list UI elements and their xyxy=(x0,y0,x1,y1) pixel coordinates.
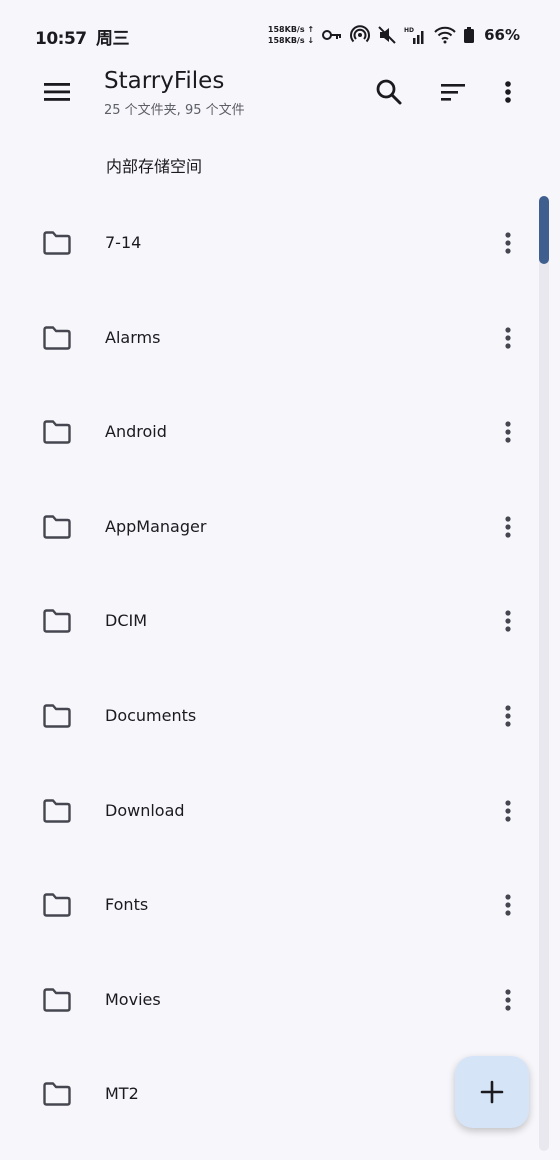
key-icon xyxy=(322,30,342,40)
menu-button[interactable] xyxy=(37,72,77,112)
more-vert-icon xyxy=(505,610,511,632)
folder-icon xyxy=(43,704,71,728)
item-more-button[interactable] xyxy=(494,604,522,638)
folder-row[interactable]: Fonts xyxy=(0,858,535,953)
more-vert-icon xyxy=(505,326,511,349)
folder-icon-wrap xyxy=(42,987,72,1013)
folder-icon xyxy=(43,893,71,917)
folder-file-count: 25 个文件夹, 95 个文件 xyxy=(104,103,245,118)
folder-row[interactable]: DCIM xyxy=(0,574,535,669)
clock: 10:57 xyxy=(35,29,87,49)
battery-level: 66% xyxy=(484,26,520,44)
scrollbar-thumb[interactable] xyxy=(539,196,549,264)
folder-row[interactable]: Alarms xyxy=(0,291,535,386)
folder-name: Movies xyxy=(105,989,161,1009)
status-bar: 10:57 周三 158KB/s ↑ 158KB/s ↓ HD 66% xyxy=(0,0,560,70)
folder-icon xyxy=(43,420,71,444)
more-vert-icon xyxy=(505,799,511,822)
folder-row[interactable]: Documents xyxy=(0,669,535,764)
item-more-button[interactable] xyxy=(494,983,522,1017)
menu-icon xyxy=(44,83,70,101)
folder-icon-wrap xyxy=(42,703,72,729)
svg-text:HD: HD xyxy=(404,27,414,34)
item-more-button[interactable] xyxy=(494,226,522,260)
item-more-button[interactable] xyxy=(494,888,522,922)
more-vert-icon xyxy=(505,232,511,254)
folder-row[interactable]: Movies xyxy=(0,953,535,1048)
net-down-speed: 158KB/s ↓ xyxy=(267,36,315,45)
folder-icon-wrap xyxy=(42,230,72,256)
app-title: StarryFiles xyxy=(104,68,225,94)
folder-icon-wrap xyxy=(42,514,72,540)
folder-name: DCIM xyxy=(105,611,148,631)
weekday: 周三 xyxy=(96,29,130,49)
folder-icon-wrap xyxy=(42,1081,72,1107)
mute-icon xyxy=(378,26,396,44)
folder-icon-wrap xyxy=(42,325,72,351)
add-fab[interactable] xyxy=(455,1056,529,1128)
folder-icon xyxy=(43,609,71,634)
folder-name: 7-14 xyxy=(105,233,142,252)
item-more-button[interactable] xyxy=(494,321,522,355)
hotspot-icon xyxy=(350,25,371,43)
folder-icon-wrap xyxy=(42,798,72,824)
folder-icon xyxy=(43,325,71,350)
folder-name: Android xyxy=(105,422,167,442)
folder-name: Alarms xyxy=(105,327,161,347)
item-more-button[interactable] xyxy=(494,794,522,828)
folder-icon-wrap xyxy=(42,608,72,634)
scrollbar[interactable] xyxy=(539,196,549,1151)
search-icon xyxy=(376,79,402,105)
app-bar: StarryFiles 25 个文件夹, 95 个文件 xyxy=(0,62,560,126)
folder-icon xyxy=(43,231,71,255)
folder-row[interactable]: Download xyxy=(0,764,535,859)
folder-name: Download xyxy=(105,800,185,820)
folder-row[interactable]: 7-14 xyxy=(0,196,535,291)
item-more-button[interactable] xyxy=(494,699,522,733)
more-vert-icon xyxy=(505,421,511,443)
folder-name: MT2 xyxy=(105,1084,139,1104)
wifi-icon xyxy=(434,26,456,44)
folder-row[interactable]: AppManager xyxy=(0,480,535,575)
status-icons: 158KB/s ↑ 158KB/s ↓ HD 66% xyxy=(268,22,520,48)
folder-row[interactable]: Android xyxy=(0,385,535,480)
battery-icon xyxy=(464,27,475,43)
sort-icon xyxy=(441,84,465,101)
more-vert-icon xyxy=(505,894,511,916)
folder-icon xyxy=(43,988,71,1012)
folder-name: Fonts xyxy=(105,895,149,915)
more-vert-icon xyxy=(505,705,511,727)
folder-icon xyxy=(43,1082,71,1107)
status-time: 10:57 周三 xyxy=(35,24,130,49)
more-vert-icon xyxy=(505,516,511,538)
item-more-button[interactable] xyxy=(494,510,522,544)
folder-icon xyxy=(43,798,71,823)
folder-icon xyxy=(43,515,71,539)
network-speed: 158KB/s ↑ 158KB/s ↓ xyxy=(268,24,314,46)
folder-name: Documents xyxy=(105,705,197,725)
signal-icon: HD xyxy=(404,27,424,44)
overflow-menu-button[interactable] xyxy=(486,70,530,114)
folder-name: AppManager xyxy=(105,516,207,536)
more-vert-icon xyxy=(505,81,511,103)
sort-button[interactable] xyxy=(431,70,475,114)
more-vert-icon xyxy=(505,989,511,1011)
file-list: 7-14 Alarms Android AppManager DCIM Documents… xyxy=(0,196,535,1142)
net-up-speed: 158KB/s ↑ xyxy=(267,25,315,34)
item-more-button[interactable] xyxy=(494,415,522,449)
plus-icon xyxy=(480,1080,504,1104)
folder-icon-wrap xyxy=(42,892,72,918)
breadcrumb[interactable]: 内部存储空间 xyxy=(106,153,202,177)
folder-icon-wrap xyxy=(42,419,72,445)
search-button[interactable] xyxy=(367,70,411,114)
